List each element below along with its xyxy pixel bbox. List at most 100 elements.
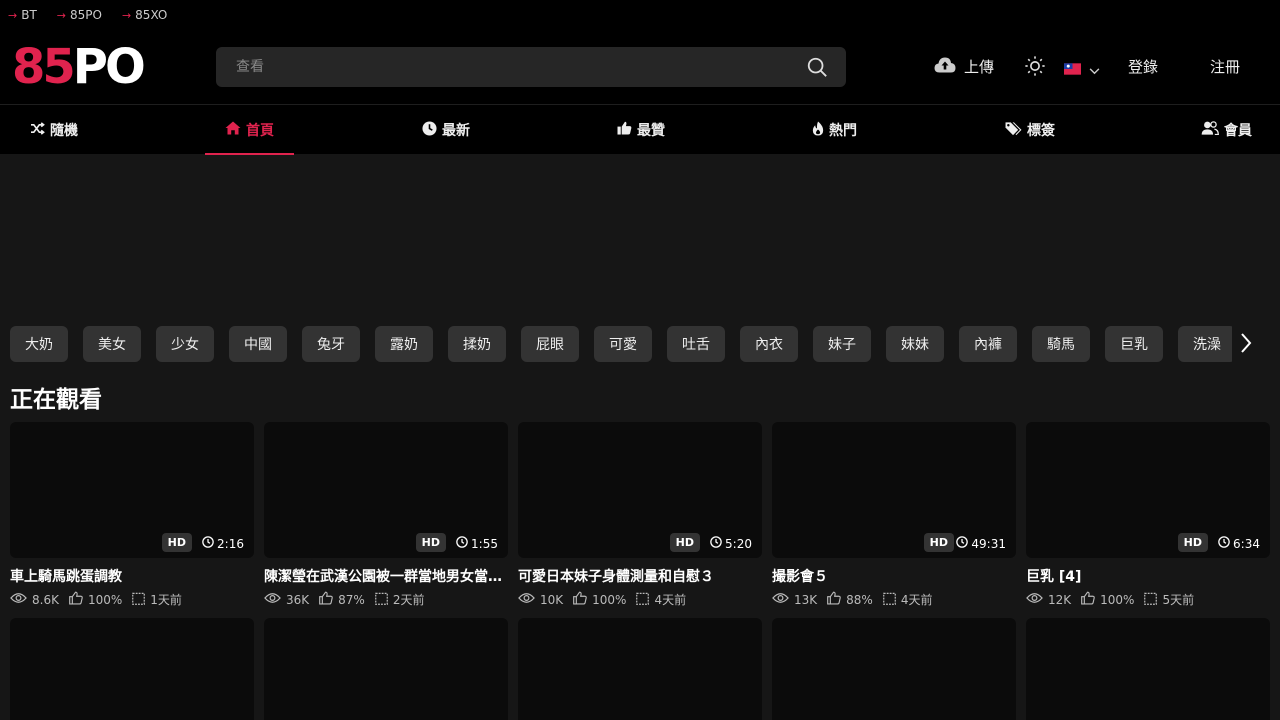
duration: 2:16 bbox=[202, 536, 244, 551]
eye-icon bbox=[10, 592, 27, 607]
video-card[interactable] bbox=[1026, 618, 1270, 720]
clock-icon bbox=[1218, 536, 1230, 551]
video-title[interactable]: 巨乳 [4] bbox=[1026, 566, 1270, 584]
top-link-85xo[interactable]: → 85XO bbox=[122, 8, 175, 22]
video-card[interactable] bbox=[772, 618, 1016, 720]
video-card[interactable]: HD 49:31 撮影會５ 13K 88% 4天前 bbox=[772, 422, 1016, 608]
video-title[interactable]: 可愛日本妹子身體測量和自慰３ bbox=[518, 566, 762, 584]
calendar-icon bbox=[882, 592, 896, 608]
tag-chip[interactable]: 可愛 bbox=[594, 326, 652, 362]
tag-chip[interactable]: 內衣 bbox=[740, 326, 798, 362]
quality-badge: HD bbox=[1177, 533, 1208, 552]
tag-chip-list: 大奶 美女 少女 中國 兔牙 露奶 揉奶 屁眼 可愛 吐舌 內衣 妹子 妹妹 內… bbox=[10, 326, 1232, 362]
tag-chip[interactable]: 露奶 bbox=[375, 326, 433, 362]
site-logo[interactable]: 85 PO bbox=[12, 43, 146, 91]
tag-chip[interactable]: 騎馬 bbox=[1032, 326, 1090, 362]
video-thumbnail[interactable]: HD 2:16 bbox=[10, 422, 254, 558]
eye-icon bbox=[264, 592, 281, 607]
eye-icon bbox=[518, 592, 535, 607]
video-card[interactable] bbox=[10, 618, 254, 720]
quality-badge: HD bbox=[669, 533, 700, 552]
video-title[interactable]: 陳潔瑩在武漢公園被一群當地男女當眾羞辱 bbox=[264, 566, 508, 584]
shuffle-icon bbox=[30, 121, 45, 139]
thumbs-up-outline-icon bbox=[827, 591, 841, 608]
upload-button[interactable]: 上傳 bbox=[934, 56, 994, 77]
main-nav: 隨機 首頁 最新 最贊 熱門 標簽 會員 bbox=[0, 104, 1280, 155]
video-thumbnail[interactable]: HD 6:34 bbox=[1026, 422, 1270, 558]
tags-scroll-next-button[interactable] bbox=[1240, 332, 1252, 358]
tag-chip[interactable]: 大奶 bbox=[10, 326, 68, 362]
nav-item-members[interactable]: 會員 bbox=[1201, 105, 1252, 155]
tag-chip[interactable]: 吐舌 bbox=[667, 326, 725, 362]
tag-chip[interactable]: 洗澡 bbox=[1178, 326, 1232, 362]
calendar-icon bbox=[132, 592, 146, 608]
tag-chip[interactable]: 揉奶 bbox=[448, 326, 506, 362]
site-header: 85PO 上傳 登錄 注冊 bbox=[0, 30, 1280, 104]
users-icon bbox=[1201, 121, 1219, 139]
top-link-bt[interactable]: → BT bbox=[8, 8, 45, 22]
clock-icon bbox=[456, 536, 468, 551]
nav-item-tags[interactable]: 標簽 bbox=[1005, 105, 1055, 155]
duration: 1:55 bbox=[456, 536, 498, 551]
video-meta: 12K 100% 5天前 bbox=[1026, 591, 1270, 608]
video-card[interactable] bbox=[264, 618, 508, 720]
nav-item-hot[interactable]: 熱門 bbox=[812, 105, 857, 155]
tag-chip[interactable]: 妹妹 bbox=[886, 326, 944, 362]
tag-chip[interactable]: 少女 bbox=[156, 326, 214, 362]
fire-icon bbox=[812, 120, 824, 140]
language-selector[interactable] bbox=[1064, 60, 1100, 79]
tag-chip[interactable]: 屁眼 bbox=[521, 326, 579, 362]
home-icon bbox=[225, 121, 241, 139]
video-thumbnail[interactable] bbox=[264, 618, 508, 720]
video-thumbnail[interactable] bbox=[10, 618, 254, 720]
clock-icon bbox=[710, 536, 722, 551]
theme-toggle-button[interactable] bbox=[1024, 55, 1046, 81]
video-thumbnail[interactable]: HD 49:31 bbox=[772, 422, 1016, 558]
tag-chip[interactable]: 中國 bbox=[229, 326, 287, 362]
video-card[interactable]: HD 2:16 車上騎馬跳蛋調教 8.6K 100% 1天前 bbox=[10, 422, 254, 608]
thumbs-up-outline-icon bbox=[1081, 591, 1095, 608]
nav-item-random[interactable]: 隨機 bbox=[30, 105, 78, 155]
nav-item-home[interactable]: 首頁 bbox=[205, 105, 294, 155]
video-thumbnail[interactable] bbox=[518, 618, 762, 720]
search-icon[interactable] bbox=[806, 56, 828, 82]
video-card[interactable]: HD 6:34 巨乳 [4] 12K 100% 5天前 bbox=[1026, 422, 1270, 608]
tag-chip[interactable]: 妹子 bbox=[813, 326, 871, 362]
nav-item-latest[interactable]: 最新 bbox=[422, 105, 470, 155]
tag-chip[interactable]: 內褲 bbox=[959, 326, 1017, 362]
tag-chip[interactable]: 巨乳 bbox=[1105, 326, 1163, 362]
video-meta: 10K 100% 4天前 bbox=[518, 591, 762, 608]
search-input[interactable] bbox=[236, 59, 846, 75]
quality-badge: HD bbox=[923, 533, 954, 552]
tag-chip[interactable]: 兔牙 bbox=[302, 326, 360, 362]
video-thumbnail[interactable] bbox=[1026, 618, 1270, 720]
thumbs-up-outline-icon bbox=[69, 591, 83, 608]
register-button[interactable]: 注冊 bbox=[1210, 56, 1240, 77]
video-thumbnail[interactable]: HD 5:20 bbox=[518, 422, 762, 558]
eye-icon bbox=[772, 592, 789, 607]
video-thumbnail[interactable]: HD 1:55 bbox=[264, 422, 508, 558]
clock-icon bbox=[422, 120, 437, 140]
thumbs-up-outline-icon bbox=[573, 591, 587, 608]
video-card[interactable]: HD 1:55 陳潔瑩在武漢公園被一群當地男女當眾羞辱 36K 87% 2天前 bbox=[264, 422, 508, 608]
duration: 5:20 bbox=[710, 536, 752, 551]
top-link-bar: → BT → 85PO → 85XO bbox=[0, 0, 1280, 30]
arrow-right-icon: → bbox=[56, 8, 66, 22]
video-card[interactable]: HD 5:20 可愛日本妹子身體測量和自慰３ 10K 100% 4天前 bbox=[518, 422, 762, 608]
eye-icon bbox=[1026, 592, 1043, 607]
clock-icon bbox=[202, 536, 214, 551]
top-link-85po[interactable]: → 85PO bbox=[57, 8, 110, 22]
login-button[interactable]: 登錄 bbox=[1128, 56, 1158, 77]
tags-icon bbox=[1005, 121, 1022, 140]
arrow-right-icon: → bbox=[8, 8, 18, 22]
quality-badge: HD bbox=[415, 533, 446, 552]
video-meta: 36K 87% 2天前 bbox=[264, 591, 508, 608]
nav-item-top-rated[interactable]: 最贊 bbox=[617, 105, 665, 155]
video-title[interactable]: 撮影會５ bbox=[772, 566, 1016, 584]
video-thumbnail[interactable] bbox=[772, 618, 1016, 720]
video-meta: 13K 88% 4天前 bbox=[772, 591, 1016, 608]
tag-chip[interactable]: 美女 bbox=[83, 326, 141, 362]
video-title[interactable]: 車上騎馬跳蛋調教 bbox=[10, 566, 254, 584]
video-card[interactable] bbox=[518, 618, 762, 720]
chevron-right-icon bbox=[1240, 333, 1252, 358]
